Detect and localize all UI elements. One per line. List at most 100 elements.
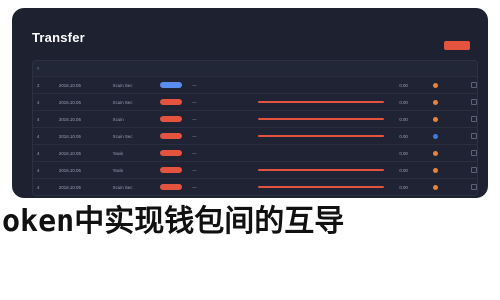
row-select[interactable] [467,149,477,157]
row-type [156,150,188,156]
row-select[interactable] [467,166,477,174]
row-amount: 0.00 [399,82,408,88]
type-badge [160,82,183,88]
type-badge [160,133,183,139]
transfer-table: # 2 2016.10.05 Xcuin Sec — 0.00 4 2016.10.05 Xc… [32,60,478,196]
header-no: # [37,66,40,71]
row-address [254,186,395,188]
row-type [156,82,188,88]
checkbox-icon[interactable] [471,115,477,122]
row-select[interactable] [467,115,477,123]
type-badge [160,167,183,173]
row-select[interactable] [467,81,477,89]
row-address [254,169,395,171]
row-amount: 0.00 [399,99,408,105]
status-dot [433,133,439,139]
table-row[interactable]: 4 2016.10.05 Xcuin Sec — 0.00 [33,94,477,111]
table-row[interactable]: 4 2016.10.05 Xcuin Sec — 0.00 [33,179,477,195]
address-bar [258,118,385,120]
status-dot [433,116,439,122]
checkbox-icon[interactable] [471,183,477,190]
row-from: Xcuin Sec [112,99,133,105]
row-status [429,99,467,105]
address-bar [258,186,385,188]
table-row[interactable]: 4 2016.10.05 Xcuin Sec — 0.00 [33,128,477,145]
row-status [429,82,467,88]
row-from: Xcuin [112,116,124,122]
row-amount: 0.00 [399,184,408,190]
row-amount: 0.00 [399,167,408,173]
row-date: 2016.10.05 [58,184,81,190]
row-select[interactable] [467,98,477,106]
transfer-action-button[interactable] [444,41,470,50]
row-dash: — [192,150,197,156]
row-type [156,99,188,105]
row-date: 2016.10.05 [58,133,81,139]
checkbox-icon[interactable] [471,166,477,173]
row-date: 2016.10.05 [58,82,81,88]
transfer-panel: Transfer # 2 2016.10.05 Xcuin Sec — 0.00 4 201… [12,8,488,198]
row-from: Yaxis [112,167,124,173]
type-badge [160,184,183,190]
row-dash: — [192,99,197,105]
checkbox-icon[interactable] [471,98,477,105]
row-select[interactable] [467,183,477,191]
checkbox-icon[interactable] [471,149,477,156]
row-number: 4 [37,133,40,139]
row-type [156,116,188,122]
row-date: 2016.10.05 [58,167,81,173]
address-bar [258,101,385,103]
row-from: Yaxis [112,150,124,156]
row-amount: 0.00 [399,133,408,139]
row-address [254,135,395,137]
table-row[interactable]: 4 2016.10.05 Xcuin — 0.00 [33,111,477,128]
row-from: Xcuin Sec [112,133,133,139]
row-dash: — [192,82,197,88]
row-number: 4 [37,116,40,122]
row-dash: — [192,116,197,122]
row-select[interactable] [467,132,477,140]
row-date: 2016.10.05 [58,116,81,122]
checkbox-icon[interactable] [471,81,477,88]
row-from: Xcuin Sec [112,82,133,88]
row-date: 2016.10.05 [58,99,81,105]
row-from: Xcuin Sec [112,184,133,190]
row-amount: 0.00 [399,150,408,156]
address-bar [258,169,385,171]
row-status [429,167,467,173]
type-badge [160,99,183,105]
row-type [156,184,188,190]
row-number: 4 [37,184,40,190]
row-type [156,133,188,139]
row-number: 4 [37,99,40,105]
status-dot [433,184,439,190]
caption-text: oken中实现钱包间的互导 [2,204,345,239]
table-body: 2 2016.10.05 Xcuin Sec — 0.00 4 2016.10.05 Xcui… [33,77,477,195]
row-dash: — [192,184,197,190]
table-row[interactable]: 4 2016.10.05 Yaxis — 0.00 [33,145,477,162]
row-address [254,101,395,103]
row-dash: — [192,133,197,139]
row-dash: — [192,167,197,173]
row-date: 2016.10.05 [58,150,81,156]
row-number: 2 [37,82,40,88]
table-row[interactable]: 2 2016.10.05 Xcuin Sec — 0.00 [33,77,477,94]
status-dot [433,99,439,105]
row-type [156,167,188,173]
row-address [254,118,395,120]
table-header: # [33,61,477,77]
row-status [429,184,467,190]
status-dot [433,167,439,173]
type-badge [160,116,183,122]
row-amount: 0.00 [399,116,408,122]
status-dot [433,150,439,156]
address-bar [258,135,385,137]
panel-title: Transfer [32,30,85,45]
row-status [429,133,467,139]
status-dot [433,82,439,88]
table-row[interactable]: 4 2016.10.05 Yaxis — 0.00 [33,162,477,179]
row-status [429,150,467,156]
row-status [429,116,467,122]
checkbox-icon[interactable] [471,132,477,139]
type-badge [160,150,183,156]
